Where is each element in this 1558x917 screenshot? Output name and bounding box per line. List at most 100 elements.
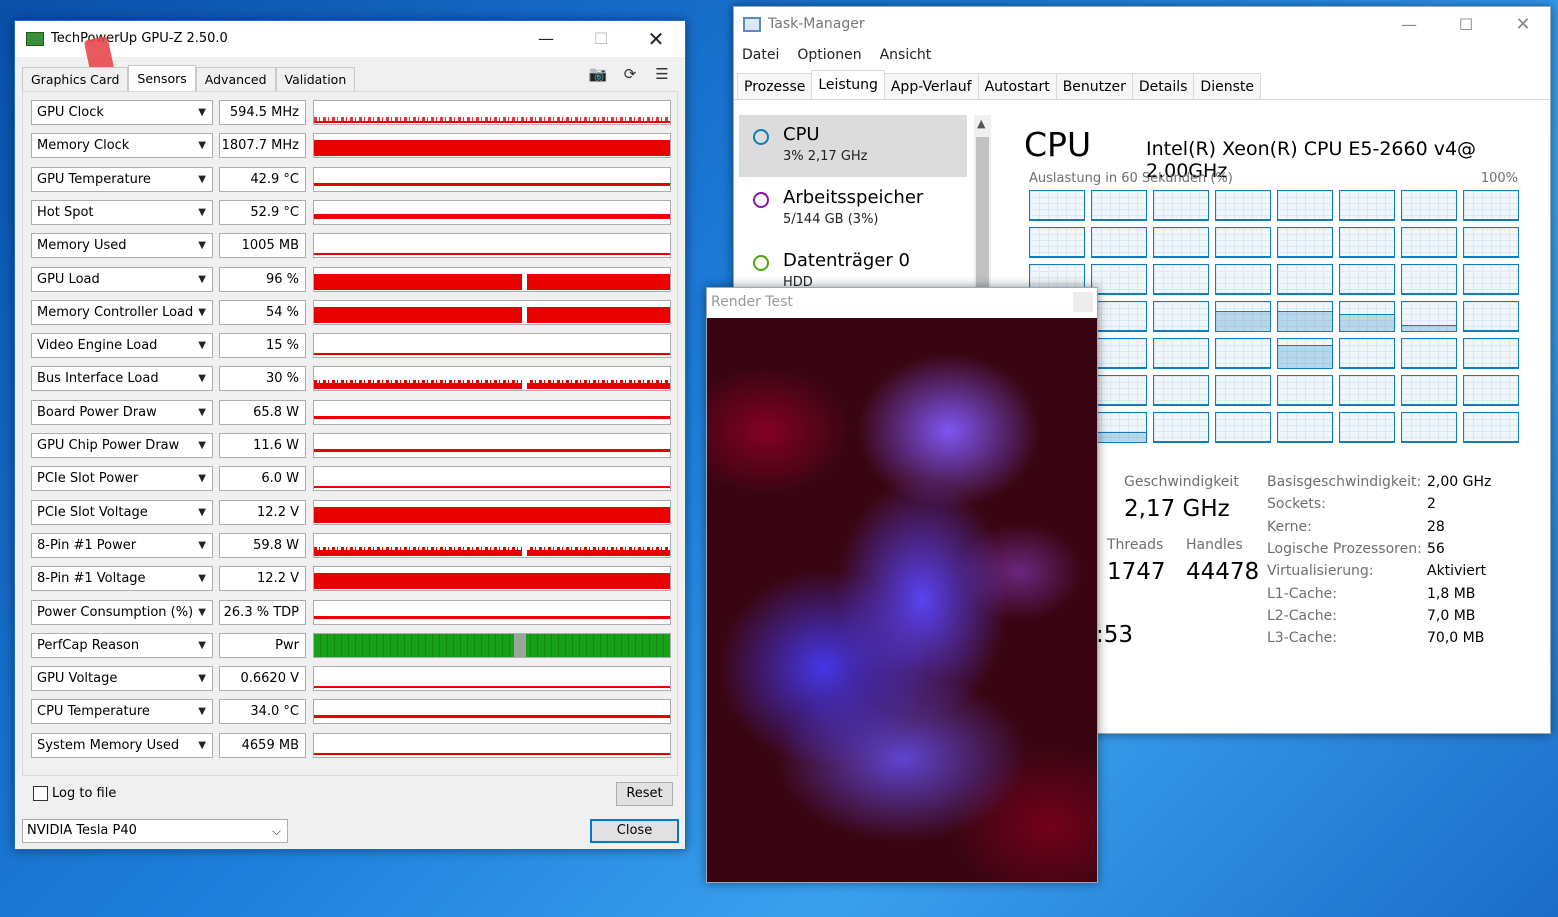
sidebar-cpu-sub: 3% 2,17 GHz	[783, 149, 868, 164]
sensor-row: GPU Temperature ▼ 42.9 °C	[31, 166, 675, 193]
tab-benutzer[interactable]: Benutzer	[1055, 73, 1133, 99]
sensor-name: CPU Temperature	[37, 704, 150, 720]
sensor-name-dropdown[interactable]: 8-Pin #1 Voltage ▼	[31, 566, 213, 592]
reset-button[interactable]: Reset	[616, 782, 673, 806]
sensor-name-dropdown[interactable]: PCIe Slot Power ▼	[31, 466, 213, 492]
sidebar-item-memory[interactable]: Arbeitsspeicher 5/144 GB (3%)	[739, 178, 967, 240]
log-to-file-checkbox[interactable]	[33, 786, 48, 801]
render-test-window: Render Test	[706, 287, 1098, 883]
graph-fill	[314, 573, 670, 590]
cpu-core-graph	[1153, 301, 1209, 332]
dropdown-arrow-icon: ▼	[198, 639, 206, 651]
cpu-core-graph	[1463, 338, 1519, 369]
sensor-name-dropdown[interactable]: System Memory Used ▼	[31, 732, 213, 758]
cpu-core-activity	[1092, 218, 1146, 220]
sensor-value: 15 %	[219, 333, 306, 359]
sensor-name-dropdown[interactable]: GPU Chip Power Draw ▼	[31, 433, 213, 458]
sensor-value: 0.6620 V	[219, 666, 306, 692]
sensor-value: Pwr	[219, 632, 306, 658]
tm-close-button[interactable]: ✕	[1500, 10, 1546, 40]
refresh-icon[interactable]: ⟳	[619, 65, 641, 83]
maximize-button[interactable]: ☐	[578, 24, 624, 54]
sensor-name-dropdown[interactable]: CPU Temperature ▼	[31, 699, 213, 725]
render-close-button[interactable]	[1073, 292, 1093, 312]
sensor-name-dropdown[interactable]: Hot Spot ▼	[31, 199, 213, 225]
tab-sensors[interactable]: Sensors	[128, 65, 196, 91]
cpu-core-graph	[1339, 301, 1395, 332]
cpu-core-activity	[1154, 292, 1208, 294]
sensor-value: 54 %	[219, 299, 306, 325]
log-to-file-option[interactable]: Log to file	[33, 786, 116, 801]
sensor-name-dropdown[interactable]: Board Power Draw ▼	[31, 399, 213, 425]
cpu-core-activity	[1154, 329, 1208, 331]
cpu-core-graph	[1463, 412, 1519, 443]
sensor-row: Video Engine Load ▼ 15 %	[31, 333, 675, 359]
graph-gap	[522, 267, 527, 291]
sensor-name: Board Power Draw	[37, 404, 157, 420]
cpu-core-graph	[1091, 301, 1147, 332]
sensor-name: PCIe Slot Power	[37, 471, 139, 487]
spec-value: 1,8 MB	[1427, 585, 1476, 602]
menu-ansicht[interactable]: Ansicht	[880, 47, 932, 63]
sensor-value: 1005 MB	[219, 233, 306, 259]
sensor-name-dropdown[interactable]: Video Engine Load ▼	[31, 333, 213, 359]
tab-leistung[interactable]: Leistung	[811, 70, 885, 99]
cpu-core-graph	[1277, 412, 1333, 443]
sensor-name-dropdown[interactable]: GPU Clock ▼	[31, 100, 213, 125]
sensor-name-dropdown[interactable]: Memory Used ▼	[31, 233, 213, 259]
gpuz-titlebar[interactable]: TechPowerUp GPU-Z 2.50.0 — ☐ ✕	[15, 21, 685, 75]
dropdown-arrow-icon: ▼	[198, 373, 206, 385]
tab-app-verlauf[interactable]: App-Verlauf	[883, 73, 979, 99]
cpu-core-activity	[1340, 403, 1394, 405]
sensor-graph	[313, 632, 671, 658]
sensor-name-dropdown[interactable]: Memory Clock ▼	[31, 133, 213, 159]
scrollbar-thumb[interactable]	[976, 137, 989, 297]
cpu-core-activity	[1278, 218, 1332, 220]
sidebar-item-cpu[interactable]: CPU 3% 2,17 GHz	[739, 115, 967, 177]
close-window-button[interactable]: ✕	[633, 24, 679, 54]
sensor-graph	[313, 366, 671, 392]
sensor-value: 4659 MB	[219, 732, 306, 758]
utilization-label: Auslastung in 60 Sekunden (%)	[1029, 171, 1233, 186]
sensor-value: 42.9 °C	[219, 166, 306, 192]
sensor-name-dropdown[interactable]: Memory Controller Load ▼	[31, 299, 213, 325]
menu-icon[interactable]: ☰	[651, 65, 673, 83]
sensor-name-dropdown[interactable]: 8-Pin #1 Power ▼	[31, 532, 213, 558]
tab-details[interactable]: Details	[1131, 73, 1195, 99]
tab-advanced[interactable]: Advanced	[195, 67, 276, 91]
dropdown-arrow-icon: ▼	[198, 440, 206, 451]
cpu-core-graph	[1339, 338, 1395, 369]
close-button[interactable]: Close	[590, 819, 679, 843]
gpu-select-dropdown[interactable]: NVIDIA Tesla P40 ⌵	[22, 819, 288, 843]
tm-minimize-button[interactable]: —	[1386, 10, 1432, 40]
tab-prozesse[interactable]: Prozesse	[737, 73, 813, 99]
graph-line	[314, 715, 670, 719]
render-canvas	[707, 318, 1097, 882]
sensor-name-dropdown[interactable]: GPU Voltage ▼	[31, 666, 213, 692]
tm-maximize-button[interactable]: ☐	[1443, 10, 1489, 40]
gpuz-title: TechPowerUp GPU-Z 2.50.0	[51, 31, 228, 46]
cpu-core-graph	[1091, 227, 1147, 258]
tab-dienste[interactable]: Dienste	[1193, 73, 1261, 99]
tab-validation[interactable]: Validation	[275, 67, 356, 91]
sidebar-cpu-label: CPU	[783, 124, 820, 145]
log-to-file-label: Log to file	[52, 786, 117, 801]
sensor-name-dropdown[interactable]: GPU Load ▼	[31, 266, 213, 292]
sensor-name-dropdown[interactable]: PerfCap Reason ▼	[31, 632, 213, 658]
scroll-up-icon[interactable]: ▲	[977, 117, 985, 130]
cpu-core-graph	[1215, 227, 1271, 258]
graph-fill	[314, 549, 670, 556]
sidebar-scrollbar[interactable]: ▲	[974, 115, 991, 300]
sensor-name-dropdown[interactable]: Bus Interface Load ▼	[31, 366, 213, 392]
menu-datei[interactable]: Datei	[742, 47, 779, 63]
tab-autostart[interactable]: Autostart	[977, 73, 1057, 99]
sensor-name-dropdown[interactable]: GPU Temperature ▼	[31, 166, 213, 192]
minimize-button[interactable]: —	[523, 24, 569, 54]
menu-optionen[interactable]: Optionen	[797, 47, 861, 63]
tm-titlebar[interactable]: Task-Manager — ☐ ✕	[734, 7, 1550, 41]
cpu-core-activity	[1464, 292, 1518, 294]
sensor-name-dropdown[interactable]: Power Consumption (%) ▼	[31, 599, 213, 625]
sensor-name-dropdown[interactable]: PCIe Slot Voltage ▼	[31, 499, 213, 525]
tab-graphics-card[interactable]: Graphics Card	[22, 67, 129, 91]
camera-icon[interactable]: 📷	[587, 65, 609, 83]
